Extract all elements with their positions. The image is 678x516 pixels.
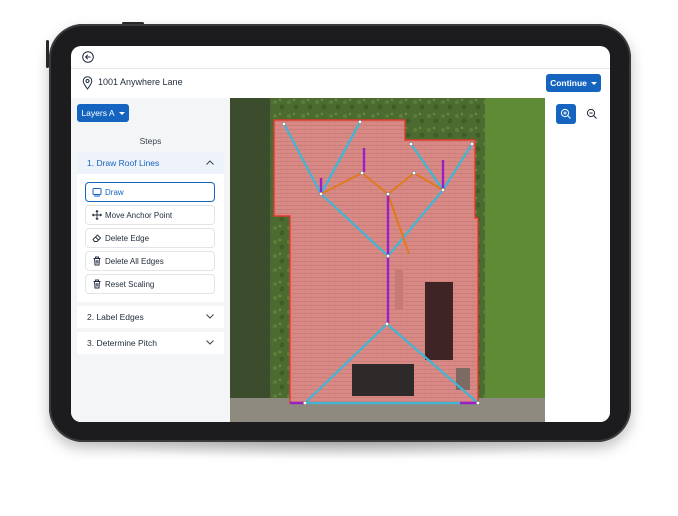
layers-label: Layers A [81,108,115,118]
lawn-area [485,98,545,422]
caret-down-icon [590,81,597,85]
continue-button[interactable]: Continue [546,74,601,92]
address-text: 1001 Anywhere Lane [98,77,183,87]
chevron-down-icon [206,314,214,319]
step-label: 2. Label Edges [87,312,144,322]
layers-dropdown[interactable]: Layers A [77,104,129,122]
step-determine-pitch[interactable]: 3. Determine Pitch [77,332,224,354]
tool-label: Move Anchor Point [105,210,173,220]
address-bar: 1001 Anywhere Lane Continue [71,69,610,99]
move-arrows-icon [92,210,102,220]
tool-label: Delete Edge [105,233,150,243]
move-anchor-point-button[interactable]: Move Anchor Point [86,206,214,224]
draw-tools-panel: Draw Move Anchor Point Delete Edge Delet… [77,174,224,302]
delete-edge-button[interactable]: Delete Edge [86,229,214,247]
tool-label: Reset Scaling [105,279,155,289]
draw-button[interactable]: Draw [86,183,214,201]
step-label-edges[interactable]: 2. Label Edges [77,306,224,328]
back-arrow-icon[interactable] [82,51,94,63]
tool-label: Delete All Edges [105,256,164,266]
chevron-up-icon [206,160,214,165]
app-screen: 1001 Anywhere Lane Continue Layers A Ste… [71,46,610,422]
location-pin-icon [82,76,93,90]
tree-shadow [230,98,270,422]
step-label: 3. Determine Pitch [87,338,157,348]
aerial-map[interactable] [230,98,545,422]
eraser-icon [92,234,102,242]
roof-drawing-canvas[interactable] [230,98,545,422]
roof-panel [352,364,414,396]
zoom-in-icon [560,108,571,119]
step-draw-roof-lines[interactable]: 1. Draw Roof Lines [77,152,224,174]
top-bar [71,46,610,69]
chevron-down-icon [206,340,214,345]
chimney [395,270,403,310]
reset-scaling-button[interactable]: Reset Scaling [86,275,214,293]
steps-title: Steps [139,136,162,146]
delete-all-edges-button[interactable]: Delete All Edges [86,252,214,270]
trash-icon [93,279,101,289]
tool-label: Draw [105,187,124,197]
continue-label: Continue [550,78,587,88]
zoom-panel [545,98,610,422]
zoom-out-icon [586,108,597,119]
zoom-in-button[interactable] [556,104,576,124]
step-label: 1. Draw Roof Lines [87,158,160,168]
zoom-out-button[interactable] [582,104,602,124]
steps-sidebar: Layers A Steps 1. Draw Roof Lines Draw M… [71,98,230,422]
skylight [425,282,453,360]
trash-icon [93,256,101,266]
caret-down-icon [118,111,125,115]
square-icon [92,188,102,197]
